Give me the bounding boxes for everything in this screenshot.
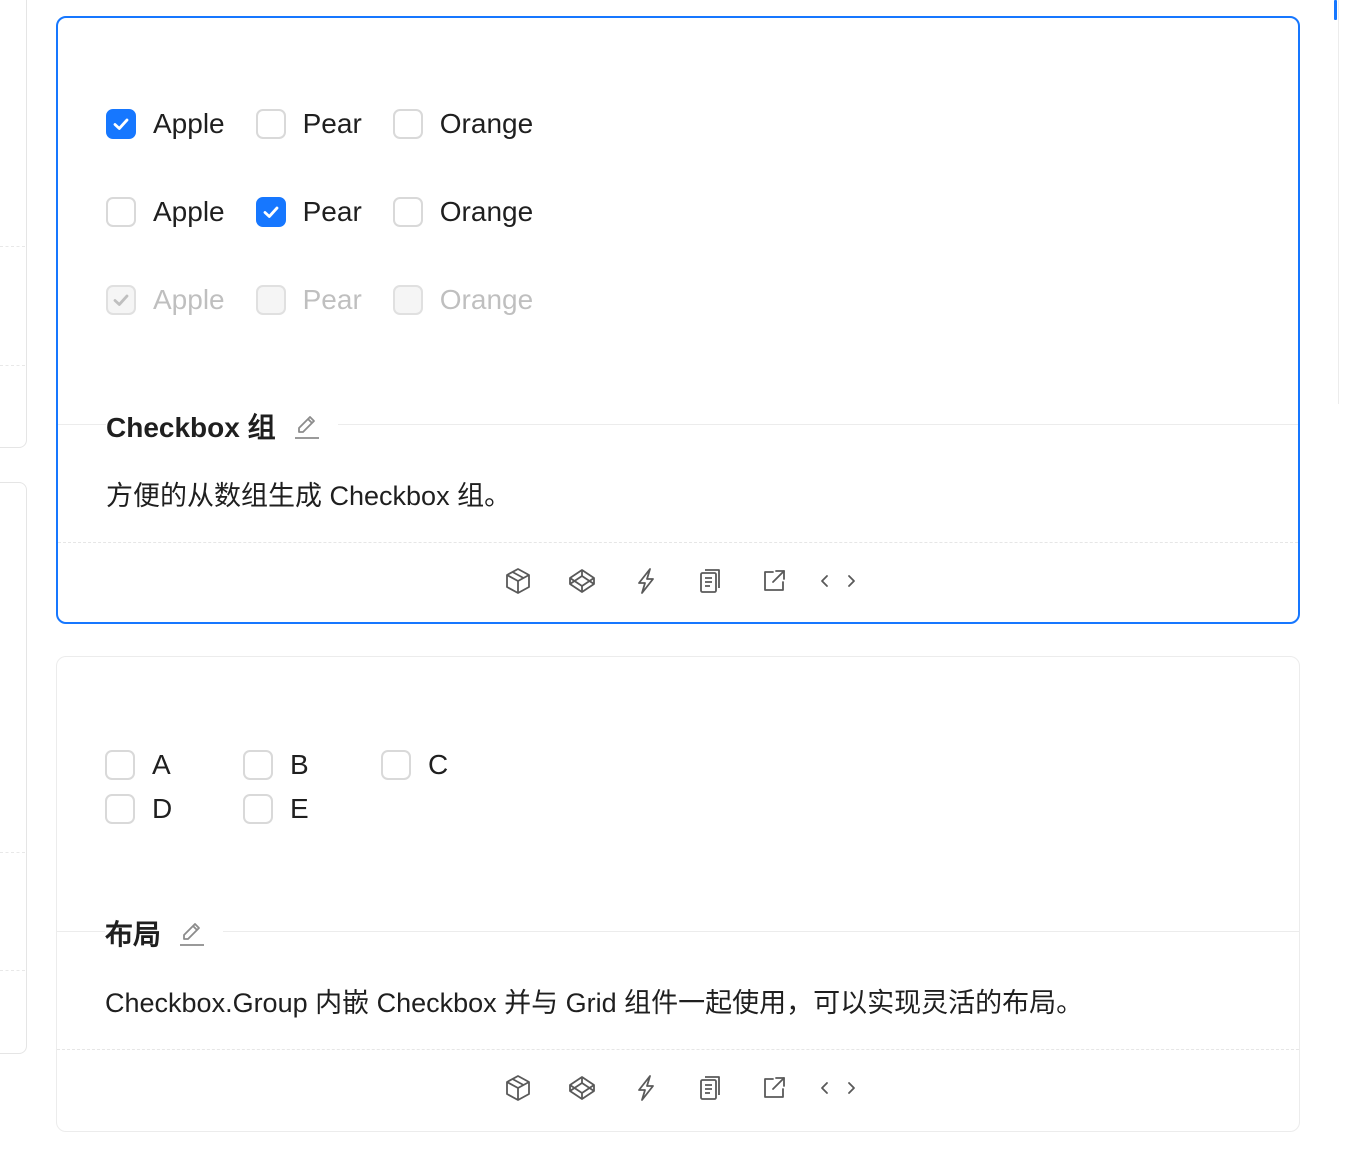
checkbox-label: Orange [439, 196, 534, 227]
actions-divider [57, 1049, 1299, 1050]
checkbox-label: Orange [439, 108, 534, 139]
checkbox-group-row: Apple Pear Orange [106, 278, 564, 322]
copy-icon[interactable] [678, 566, 742, 596]
checkbox-apple[interactable]: Apple [106, 196, 225, 228]
demo-description: 方便的从数组生成 Checkbox 组。 [106, 481, 512, 511]
checkbox-a[interactable]: A [105, 749, 243, 781]
unchecked-box-icon[interactable] [105, 750, 135, 780]
open-in-new-window-icon[interactable] [742, 1073, 806, 1103]
checked-box-icon[interactable] [106, 109, 136, 139]
codepen-icon[interactable] [550, 566, 614, 596]
checkbox-d[interactable]: D [105, 793, 243, 825]
left-divider [0, 970, 25, 972]
open-in-new-window-icon[interactable] [742, 566, 806, 596]
code-actions [58, 566, 1298, 596]
demo-title: Checkbox 组 [106, 406, 338, 446]
unchecked-box-icon [392, 285, 423, 315]
checkbox-apple[interactable]: Apple [106, 108, 225, 140]
stackblitz-icon[interactable] [614, 566, 678, 596]
checkbox-label: E [290, 793, 309, 824]
unchecked-box-icon[interactable] [392, 109, 423, 139]
demo-description: Checkbox.Group 内嵌 Checkbox 并与 Grid 组件一起使… [105, 988, 1084, 1018]
edit-icon[interactable] [292, 411, 322, 441]
checkbox-orange[interactable]: Orange [392, 196, 534, 228]
unchecked-box-icon[interactable] [392, 197, 423, 227]
checkbox-orange[interactable]: Orange [392, 108, 534, 140]
checkbox-pear[interactable]: Pear [255, 196, 362, 228]
checkbox-b[interactable]: B [243, 749, 381, 781]
demo-title-text: 布局 [105, 919, 162, 950]
codesandbox-icon[interactable] [486, 1073, 550, 1103]
checkbox-label: Pear [302, 196, 362, 227]
anchor-indicator[interactable] [1334, 0, 1337, 20]
unchecked-box-icon[interactable] [243, 750, 273, 780]
checkbox-label: Pear [302, 108, 362, 139]
stackblitz-icon[interactable] [614, 1073, 678, 1103]
demo-preview: Apple Pear Orange Apple Pear Orange Apple Pear O… [106, 102, 564, 366]
left-divider [0, 365, 25, 367]
checkbox-label: C [428, 749, 449, 780]
checkbox-label: Apple [153, 284, 225, 315]
code-actions [57, 1073, 1299, 1103]
grid-row: A B C [105, 743, 519, 787]
demo-title: 布局 [105, 913, 224, 953]
codesandbox-icon[interactable] [486, 566, 550, 596]
checkbox-pear: Pear [255, 284, 362, 316]
demo-title-text: Checkbox 组 [106, 412, 276, 443]
unchecked-box-icon[interactable] [255, 109, 286, 139]
actions-divider [58, 542, 1298, 543]
unchecked-box-icon[interactable] [243, 794, 273, 824]
unchecked-box-icon[interactable] [105, 794, 135, 824]
grid-row: DE [105, 787, 519, 831]
checkbox-label: Orange [439, 284, 534, 315]
checkbox-orange: Orange [392, 284, 534, 316]
checkbox-label: Apple [153, 196, 225, 227]
left-sidebar-card-top [0, 0, 27, 448]
code-expand-icon[interactable] [806, 566, 870, 596]
checkbox-pear[interactable]: Pear [255, 108, 362, 140]
codepen-icon[interactable] [550, 1073, 614, 1103]
demo-card-checkbox-group: Apple Pear Orange Apple Pear Orange Apple Pear O… [56, 16, 1300, 624]
checked-box-icon [106, 285, 136, 315]
left-divider [0, 852, 25, 854]
left-sidebar-card-bottom [0, 482, 27, 1054]
checkbox-group-row: Apple Pear Orange [106, 190, 564, 234]
copy-icon[interactable] [678, 1073, 742, 1103]
checkbox-label: A [152, 749, 171, 780]
meta-divider [57, 931, 1299, 932]
checkbox-c[interactable]: C [381, 749, 519, 781]
unchecked-box-icon[interactable] [381, 750, 411, 780]
demo-card-layout: ABCDE 布局 Checkbox.Group 内嵌 Checkbox 并与 G… [56, 656, 1300, 1132]
checkbox-label: D [152, 793, 173, 824]
checkbox-label: Pear [302, 284, 362, 315]
checkbox-e[interactable]: E [243, 793, 381, 825]
edit-icon[interactable] [177, 918, 207, 948]
anchor-track [1338, 0, 1339, 404]
code-expand-icon[interactable] [806, 1073, 870, 1103]
demo-preview: ABCDE [105, 743, 519, 831]
checkbox-label: B [290, 749, 309, 780]
left-divider [0, 246, 25, 248]
checkbox-apple: Apple [106, 284, 225, 316]
checked-box-icon[interactable] [255, 197, 286, 227]
checkbox-group-row: Apple Pear Orange [106, 102, 564, 146]
unchecked-box-icon [255, 285, 286, 315]
unchecked-box-icon[interactable] [106, 197, 136, 227]
checkbox-label: Apple [153, 108, 225, 139]
